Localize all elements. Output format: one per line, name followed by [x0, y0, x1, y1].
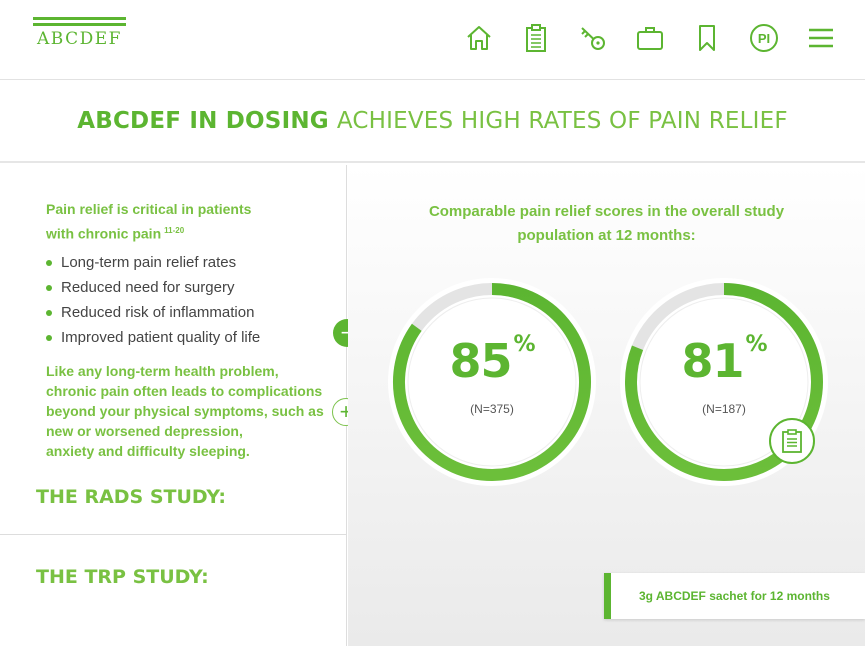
- pi-icon[interactable]: PI: [746, 20, 782, 56]
- list-item: Improved patient quality of life: [46, 325, 260, 350]
- key-icon[interactable]: [575, 20, 611, 56]
- menu-icon[interactable]: [803, 20, 839, 56]
- divider: [0, 534, 347, 535]
- logo[interactable]: ABCDEF: [33, 17, 126, 49]
- top-bar: ABCDEF PI: [0, 0, 865, 80]
- ring-1-sample-size: (N=375): [470, 402, 514, 416]
- list-item: Reduced risk of inflammation: [46, 300, 260, 325]
- page-title-light: ACHIEVES HIGH RATES OF PAIN RELIEF: [336, 108, 788, 134]
- nav-icons: PI: [440, 20, 839, 56]
- clipboard-icon: [782, 429, 802, 453]
- paragraph-line: chronic pain often leads to complication…: [46, 383, 323, 399]
- pi-label: PI: [758, 31, 770, 46]
- results-heading-line-2: population at 12 months:: [517, 227, 696, 244]
- left-panel: Pain relief is critical in patients with…: [0, 165, 347, 646]
- references-button[interactable]: [769, 418, 815, 464]
- ring-1-number: 85: [449, 334, 512, 388]
- lead-text: Pain relief is critical in patients with…: [46, 199, 251, 245]
- results-heading: Comparable pain relief scores in the ove…: [348, 200, 865, 248]
- ring-2-number: 81: [681, 334, 744, 388]
- ring-1-value: 85%: [386, 332, 598, 388]
- benefits-list: Long-term pain relief rates Reduced need…: [46, 250, 260, 350]
- bookmark-icon[interactable]: [689, 20, 725, 56]
- lead-line-1: Pain relief is critical in patients: [46, 201, 252, 217]
- trp-study-heading[interactable]: THE TRP STUDY:: [36, 566, 209, 588]
- briefcase-icon[interactable]: [632, 20, 668, 56]
- logo-bar-top: [33, 17, 126, 20]
- paragraph-line: Like any long-term health problem,: [46, 363, 279, 379]
- lead-line-2-text: with chronic pain: [46, 225, 162, 242]
- logo-bar-bottom: [33, 23, 126, 26]
- lead-reference: 11-20: [164, 226, 185, 235]
- paragraph-line: new or worsened depression,: [46, 423, 243, 439]
- ring-2-sample-size: (N=187): [702, 402, 746, 416]
- page-title: ABCDEF IN DOSING ACHIEVES HIGH RATES OF P…: [77, 108, 788, 134]
- list-item: Reduced need for surgery: [46, 275, 260, 300]
- lead-line-2: with chronic pain 11-20: [46, 220, 251, 245]
- paragraph-line: beyond your physical symptoms, such as: [46, 403, 324, 419]
- home-icon[interactable]: [461, 20, 497, 56]
- ring-2-value: 81%: [618, 332, 830, 388]
- ring-2-unit: %: [745, 332, 767, 357]
- clipboard-icon[interactable]: [518, 20, 554, 56]
- page-title-bold: ABCDEF IN DOSING: [77, 108, 329, 134]
- rads-study-heading[interactable]: THE RADS STUDY:: [36, 486, 226, 508]
- complications-paragraph: Like any long-term health problem, chron…: [46, 361, 336, 461]
- results-heading-line-1: Comparable pain relief scores in the ove…: [428, 203, 785, 220]
- paragraph-line: anxiety and difficulty sleeping.: [46, 443, 250, 459]
- title-band: ABCDEF IN DOSING ACHIEVES HIGH RATES OF P…: [0, 81, 865, 163]
- dosing-label: 3g ABCDEF sachet for 12 months: [604, 573, 865, 619]
- ring-chart-1: 85% (N=375): [386, 276, 598, 488]
- ring-1-unit: %: [513, 332, 535, 357]
- logo-text: ABCDEF: [37, 29, 122, 49]
- list-item: Long-term pain relief rates: [46, 250, 260, 275]
